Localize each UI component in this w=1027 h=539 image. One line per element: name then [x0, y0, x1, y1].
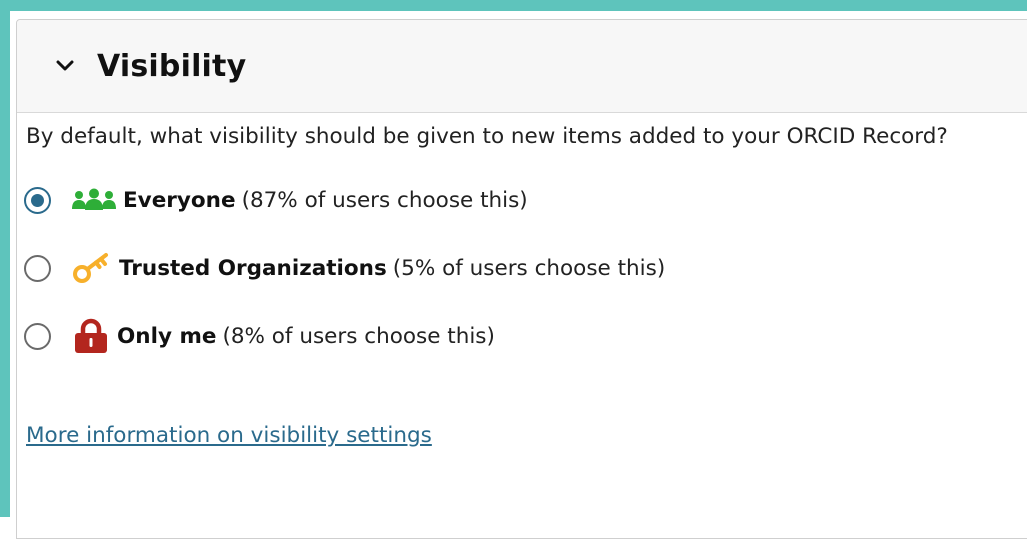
radio-only-me[interactable]: [24, 322, 51, 350]
panel-header[interactable]: Visibility: [17, 20, 1027, 113]
panel-title: Visibility: [97, 48, 247, 84]
radio-everyone[interactable]: [24, 186, 51, 214]
radio-trusted-organizations[interactable]: [24, 254, 51, 282]
option-trusted-organizations-label: Trusted Organizations: [119, 255, 387, 281]
visibility-question: By default, what visibility should be gi…: [26, 124, 948, 149]
option-only-me-label: Only me: [117, 323, 217, 349]
people-group-icon: [71, 187, 117, 213]
option-trusted-organizations[interactable]: Trusted Organizations (5% of users choos…: [24, 248, 665, 288]
option-trusted-organizations-note: (5% of users choose this): [392, 255, 666, 281]
key-icon: [71, 250, 113, 286]
option-everyone-label: Everyone: [123, 187, 236, 213]
option-everyone-note: (87% of users choose this): [241, 187, 528, 213]
option-everyone[interactable]: Everyone (87% of users choose this): [24, 180, 528, 220]
chevron-down-icon[interactable]: [53, 54, 77, 78]
lock-icon: [71, 318, 111, 354]
more-information-link[interactable]: More information on visibility settings: [26, 423, 432, 448]
option-only-me-note: (8% of users choose this): [222, 323, 495, 349]
option-only-me[interactable]: Only me (8% of users choose this): [24, 316, 495, 356]
